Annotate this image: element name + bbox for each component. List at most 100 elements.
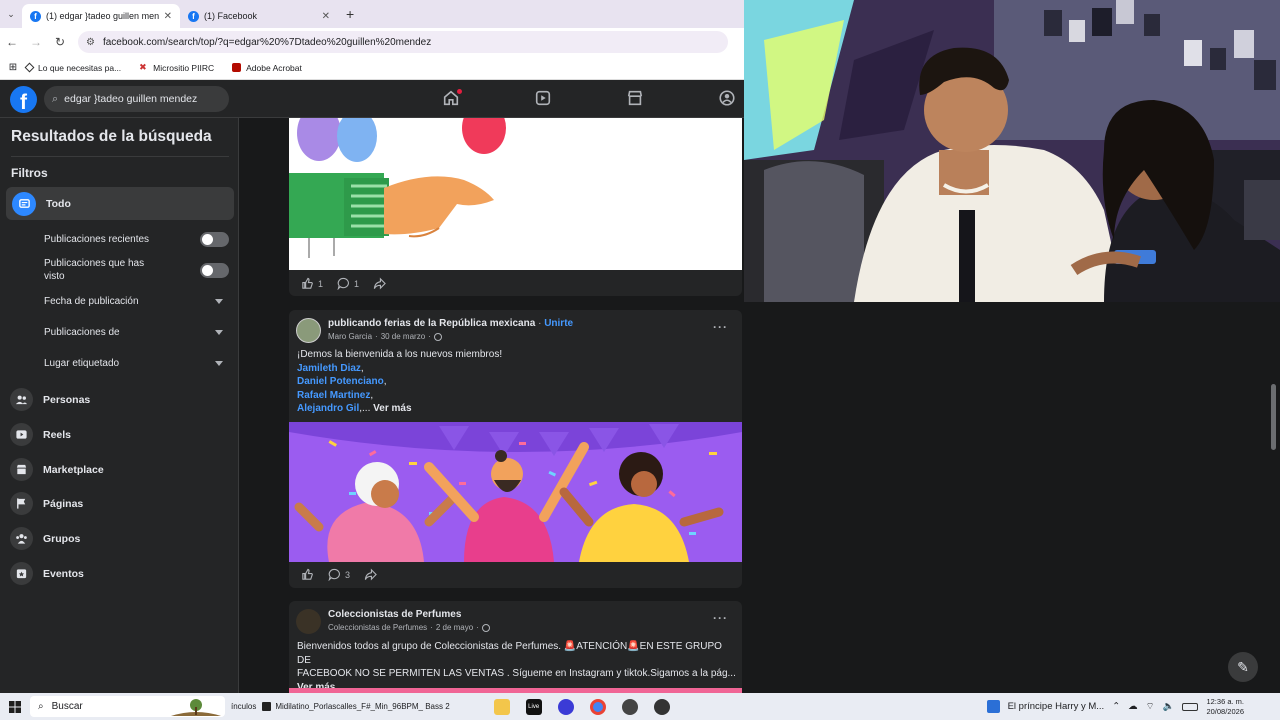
member-link[interactable]: Alejandro Gil xyxy=(297,403,359,414)
address-bar[interactable]: ⚙ facebook.com/search/top/?q=edgar%20%7D… xyxy=(78,31,728,53)
author-name[interactable]: Maro Garcia xyxy=(328,332,372,341)
chevron-down-icon xyxy=(215,299,223,304)
group-name-link[interactable]: Coleccionistas de Perfumes xyxy=(328,609,490,620)
filter-posts-from[interactable]: Publicaciones de xyxy=(44,327,229,338)
bookmarks-bar: ⊞ Lo que necesitas pa... ✖ Micrositio PI… xyxy=(0,56,744,80)
like-button[interactable] xyxy=(301,568,314,581)
sidebar-item-people[interactable]: Personas xyxy=(10,388,90,411)
media-app-icon[interactable] xyxy=(557,698,574,715)
filter-tagged-location[interactable]: Lugar etiquetado xyxy=(44,358,229,369)
url-text: facebook.com/search/top/?q=edgar%20%7Dta… xyxy=(102,36,432,48)
new-tab-icon[interactable]: + xyxy=(346,6,354,22)
author-name[interactable]: Coleccionistas de Perfumes xyxy=(328,623,427,632)
facebook-logo-icon[interactable]: f xyxy=(10,86,37,113)
member-link[interactable]: Jamileth Diaz xyxy=(297,363,361,374)
new-message-button[interactable]: ✎ xyxy=(1228,652,1258,682)
group-avatar[interactable] xyxy=(296,318,321,343)
see-more-link[interactable]: Ver más xyxy=(373,403,411,414)
back-arrow-icon[interactable]: ← xyxy=(0,35,24,49)
news-widget[interactable]: El príncipe Harry y M... xyxy=(1008,701,1105,712)
windows-start-icon[interactable] xyxy=(0,700,30,713)
tab-label: (1) Facebook xyxy=(204,11,258,21)
chevron-down-icon xyxy=(215,361,223,366)
taskbar-app-partial[interactable]: ínculos xyxy=(231,702,256,711)
facebook-header: f ⌕ xyxy=(0,80,744,118)
recent-posts-toggle[interactable] xyxy=(200,232,229,247)
windows-taskbar: ⌕ Buscar ínculos Midilatino_Porlascalles… xyxy=(0,693,1280,720)
post-image-celebration xyxy=(289,422,742,562)
bookmark-item[interactable]: ✖ Micrositio PIIRC xyxy=(139,63,214,73)
speaker-icon[interactable]: 🔈 xyxy=(1163,701,1175,712)
site-info-icon[interactable]: ⚙ xyxy=(86,37,95,48)
browser-tab-bar: ⌄ f (1) edgar }tadeo guillen mendez ✕ f … xyxy=(0,0,744,28)
filter-recent-posts[interactable]: Publicaciones recientes xyxy=(44,232,229,247)
share-icon xyxy=(364,568,377,581)
post-card: publicando ferias de la República mexica… xyxy=(289,310,742,588)
tab-close-icon[interactable]: ✕ xyxy=(164,11,172,22)
sidebar-item-events[interactable]: Eventos xyxy=(10,562,84,585)
tab-facebook[interactable]: f (1) Facebook ✕ xyxy=(180,4,338,28)
wifi-icon[interactable]: ⌔ xyxy=(1146,701,1155,712)
comment-button[interactable]: 1 xyxy=(337,277,359,290)
more-options-icon[interactable]: ··· xyxy=(713,611,728,625)
reels-icon xyxy=(10,423,33,446)
taskbar-app-audio-file[interactable]: Midilatino_Porlascalles_F#_Min_96BPM_ Ba… xyxy=(262,702,450,711)
file-explorer-icon[interactable] xyxy=(493,698,510,715)
tab-search-results[interactable]: f (1) edgar }tadeo guillen mendez ✕ xyxy=(22,4,180,28)
facebook-search-box[interactable]: ⌕ xyxy=(44,86,229,112)
comment-icon xyxy=(328,568,340,581)
reactions-bar: 3 xyxy=(301,568,377,581)
search-icon: ⌕ xyxy=(52,92,59,105)
ableton-live-icon[interactable]: Live xyxy=(525,698,542,715)
flag-icon xyxy=(10,492,33,515)
sidebar-item-reels[interactable]: Reels xyxy=(10,423,71,446)
seen-posts-toggle[interactable] xyxy=(200,262,229,278)
bookmark-item[interactable]: Lo que necesitas pa... xyxy=(24,63,121,73)
home-icon[interactable] xyxy=(442,89,462,109)
chrome-icon[interactable] xyxy=(589,698,606,715)
member-link[interactable]: Daniel Potenciano xyxy=(297,376,384,387)
share-icon xyxy=(373,277,386,290)
post-date[interactable]: 30 de marzo xyxy=(381,332,425,341)
obs-icon[interactable] xyxy=(621,698,638,715)
facebook-search-input[interactable] xyxy=(64,93,215,105)
chevron-up-icon[interactable]: ⌃ xyxy=(1112,701,1120,712)
post-date[interactable]: 2 de mayo xyxy=(436,623,473,632)
bookmark-item[interactable]: Adobe Acrobat xyxy=(232,63,302,73)
marketplace-icon[interactable] xyxy=(626,89,646,109)
file-icon xyxy=(262,702,272,711)
thumbs-up-icon xyxy=(302,277,313,289)
group-avatar[interactable] xyxy=(296,609,321,634)
filter-all[interactable]: Todo xyxy=(6,187,234,220)
taskbar-search[interactable]: ⌕ Buscar xyxy=(30,696,225,717)
sidebar-item-groups[interactable]: Grupos xyxy=(10,527,80,550)
news-widget-icon xyxy=(986,700,1000,713)
comment-button[interactable]: 3 xyxy=(328,568,350,581)
people-icon xyxy=(10,388,33,411)
share-button[interactable] xyxy=(373,277,386,290)
app-icon[interactable] xyxy=(653,698,670,715)
reload-icon[interactable]: ↻ xyxy=(48,35,72,49)
video-icon[interactable] xyxy=(534,89,554,109)
join-group-link[interactable]: Unirte xyxy=(544,318,573,329)
page-scrollbar[interactable] xyxy=(1271,384,1276,450)
system-clock[interactable]: 12:36 a. m. 20/08/2026 xyxy=(1206,697,1244,717)
filter-seen-posts[interactable]: Publicaciones que has visto xyxy=(44,257,229,283)
sidebar-item-pages[interactable]: Páginas xyxy=(10,492,83,515)
battery-icon[interactable] xyxy=(1182,702,1199,711)
group-name-link[interactable]: publicando ferias de la República mexica… xyxy=(328,318,535,329)
forward-arrow-icon[interactable]: → xyxy=(24,35,48,49)
like-button[interactable]: 1 xyxy=(301,277,323,290)
more-options-icon[interactable]: ··· xyxy=(713,320,728,334)
tab-close-icon[interactable]: ✕ xyxy=(322,11,330,22)
tab-search-dropdown-icon[interactable]: ⌄ xyxy=(0,9,22,20)
filter-post-date[interactable]: Fecha de publicación xyxy=(44,296,229,307)
cloud-icon[interactable]: ☁ xyxy=(1128,701,1138,712)
profile-icon[interactable] xyxy=(718,89,738,109)
right-empty-area xyxy=(744,302,1280,693)
sidebar-item-marketplace[interactable]: Marketplace xyxy=(10,458,104,481)
member-link[interactable]: Rafael Martinez xyxy=(297,390,370,401)
post-header: Coleccionistas de Perfumes Coleccionista… xyxy=(296,609,490,634)
share-button[interactable] xyxy=(364,568,377,581)
apps-grid-icon[interactable]: ⊞ xyxy=(0,62,26,73)
